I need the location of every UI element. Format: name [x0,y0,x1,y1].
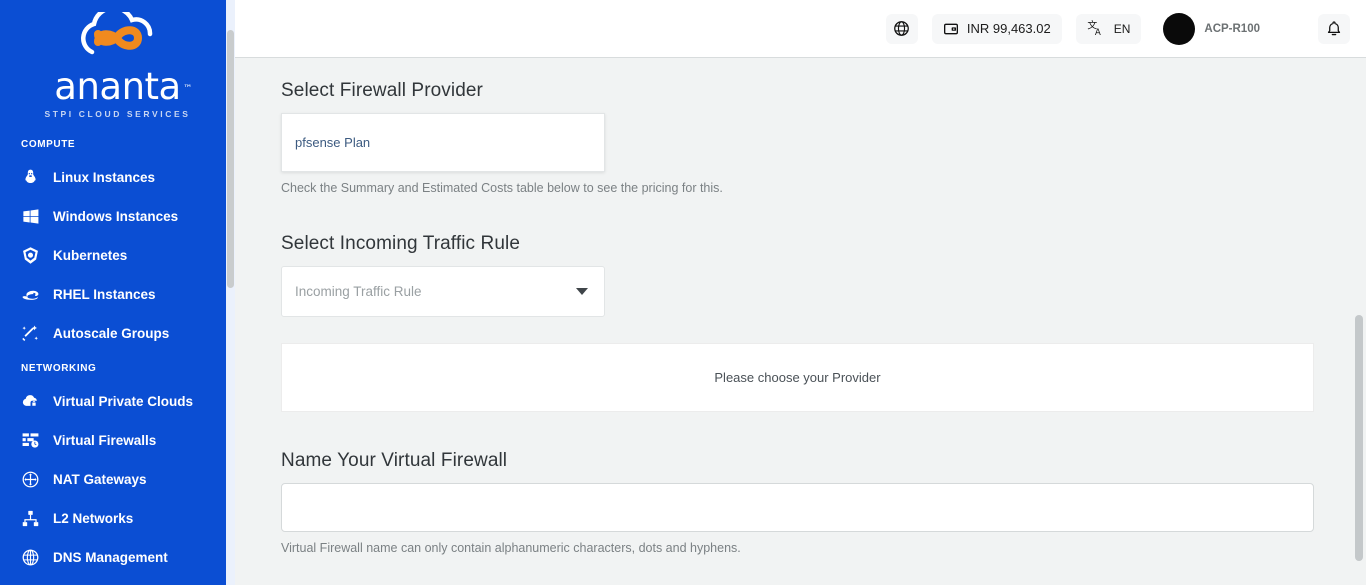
kubernetes-icon [21,246,40,265]
windows-logo-icon [21,207,40,226]
provider-notice-text: Please choose your Provider [714,370,881,385]
notification-bell-icon [1325,20,1343,38]
sidebar-item-kubernetes[interactable]: Kubernetes [0,236,235,275]
firewall-provider-plan-label: pfsense Plan [295,135,371,150]
support-button[interactable] [885,13,918,44]
sidebar-item-label: RHEL Instances [53,287,156,302]
topbar: INR 99,463.02 文 A EN ACP-R100 [235,0,1366,58]
sidebar-item-label: DNS Management [53,550,168,565]
sidebar-section-compute: COMPUTE [21,139,76,150]
content-scroll-area: Select Firewall Provider pfsense Plan Ch… [235,58,1366,585]
sidebar-item-label: Virtual Private Clouds [53,394,194,409]
chevron-down-icon [576,288,588,295]
notifications-button[interactable] [1318,13,1350,44]
page-title-incoming-traffic-rule: Select Incoming Traffic Rule [281,233,521,254]
language-value: EN [1113,21,1131,36]
magic-wand-icon [21,324,40,343]
page-title-firewall-provider: Select Firewall Provider [281,80,483,101]
wallet-balance-value: INR 99,463.02 [966,21,1051,36]
sidebar-item-rhel-instances[interactable]: RHEL Instances [0,275,235,314]
avatar [1163,12,1196,45]
sitemap-icon [21,509,40,528]
virtual-firewall-name-input[interactable] [281,483,1314,532]
firewall-provider-card[interactable]: pfsense Plan [281,113,605,172]
content-inner: Select Firewall Provider pfsense Plan Ch… [235,58,1366,555]
brand-tagline: STPI CLOUD SERVICES [44,109,191,119]
sidebar-item-linux-instances[interactable]: Linux Instances [0,158,235,197]
sidebar-item-label: L2 Networks [53,511,134,526]
sidebar-section-networking: NETWORKING [21,363,97,374]
language-selector[interactable]: 文 A EN [1075,13,1142,44]
sidebar-item-autoscale-groups[interactable]: Autoscale Groups [0,314,235,353]
brand-name: ananta ™ [54,65,192,108]
incoming-traffic-rule-placeholder: Incoming Traffic Rule [295,284,422,299]
app-root: ananta ™ STPI CLOUD SERVICES COMPUTE Linu… [0,0,1366,585]
sidebar-item-label: Kubernetes [53,248,128,263]
sidebar-item-l2-networks[interactable]: L2 Networks [0,499,235,538]
page-title-name-virtual-firewall: Name Your Virtual Firewall [281,450,508,471]
sidebar-item-label: Windows Instances [53,209,179,224]
brand-trademark: ™ [183,84,192,94]
sidebar-item-label: Virtual Firewalls [53,433,157,448]
sidebar-item-label: NAT Gateways [53,472,147,487]
main-area: INR 99,463.02 文 A EN ACP-R100 Select Fir… [235,0,1366,585]
translate-icon: 文 A [1087,19,1106,38]
virtual-firewall-name-hint: Virtual Firewall name can only contain a… [281,541,741,555]
user-name-label: ACP-R100 [1204,22,1260,35]
sidebar-scrollbar-thumb[interactable] [227,30,234,288]
svg-text:A: A [1095,28,1101,38]
brand-logo[interactable]: ananta ™ STPI CLOUD SERVICES [0,0,235,129]
infinity-cloud-logo-icon [62,5,174,68]
nat-gateway-icon [21,470,40,489]
sidebar-item-nat-gateways[interactable]: NAT Gateways [0,460,235,499]
globe-grid-icon [21,548,40,567]
sidebar-item-label: Autoscale Groups [53,326,170,341]
wallet-balance-button[interactable]: INR 99,463.02 [931,13,1062,44]
lifebuoy-globe-icon [893,20,910,37]
redhat-fedora-icon [21,285,40,304]
sidebar-item-dns-management[interactable]: DNS Management [0,538,235,577]
provider-notice-panel: Please choose your Provider [281,343,1314,412]
sidebar-item-windows-instances[interactable]: Windows Instances [0,197,235,236]
cloud-lock-icon [21,392,40,411]
sidebar-item-label: Linux Instances [53,170,156,185]
firewall-icon [21,431,40,450]
firewall-provider-hint: Check the Summary and Estimated Costs ta… [281,181,723,195]
content-scrollbar-thumb[interactable] [1355,315,1363,561]
wallet-icon [943,21,959,37]
linux-penguin-icon [21,168,40,187]
sidebar: ananta ™ STPI CLOUD SERVICES COMPUTE Linu… [0,0,235,585]
user-menu[interactable]: ACP-R100 [1163,12,1260,45]
sidebar-item-virtual-private-clouds[interactable]: Virtual Private Clouds [0,382,235,421]
sidebar-item-virtual-firewalls[interactable]: Virtual Firewalls [0,421,235,460]
sidebar-scroll-area: ananta ™ STPI CLOUD SERVICES COMPUTE Linu… [0,0,235,585]
incoming-traffic-rule-select[interactable]: Incoming Traffic Rule [281,266,605,317]
